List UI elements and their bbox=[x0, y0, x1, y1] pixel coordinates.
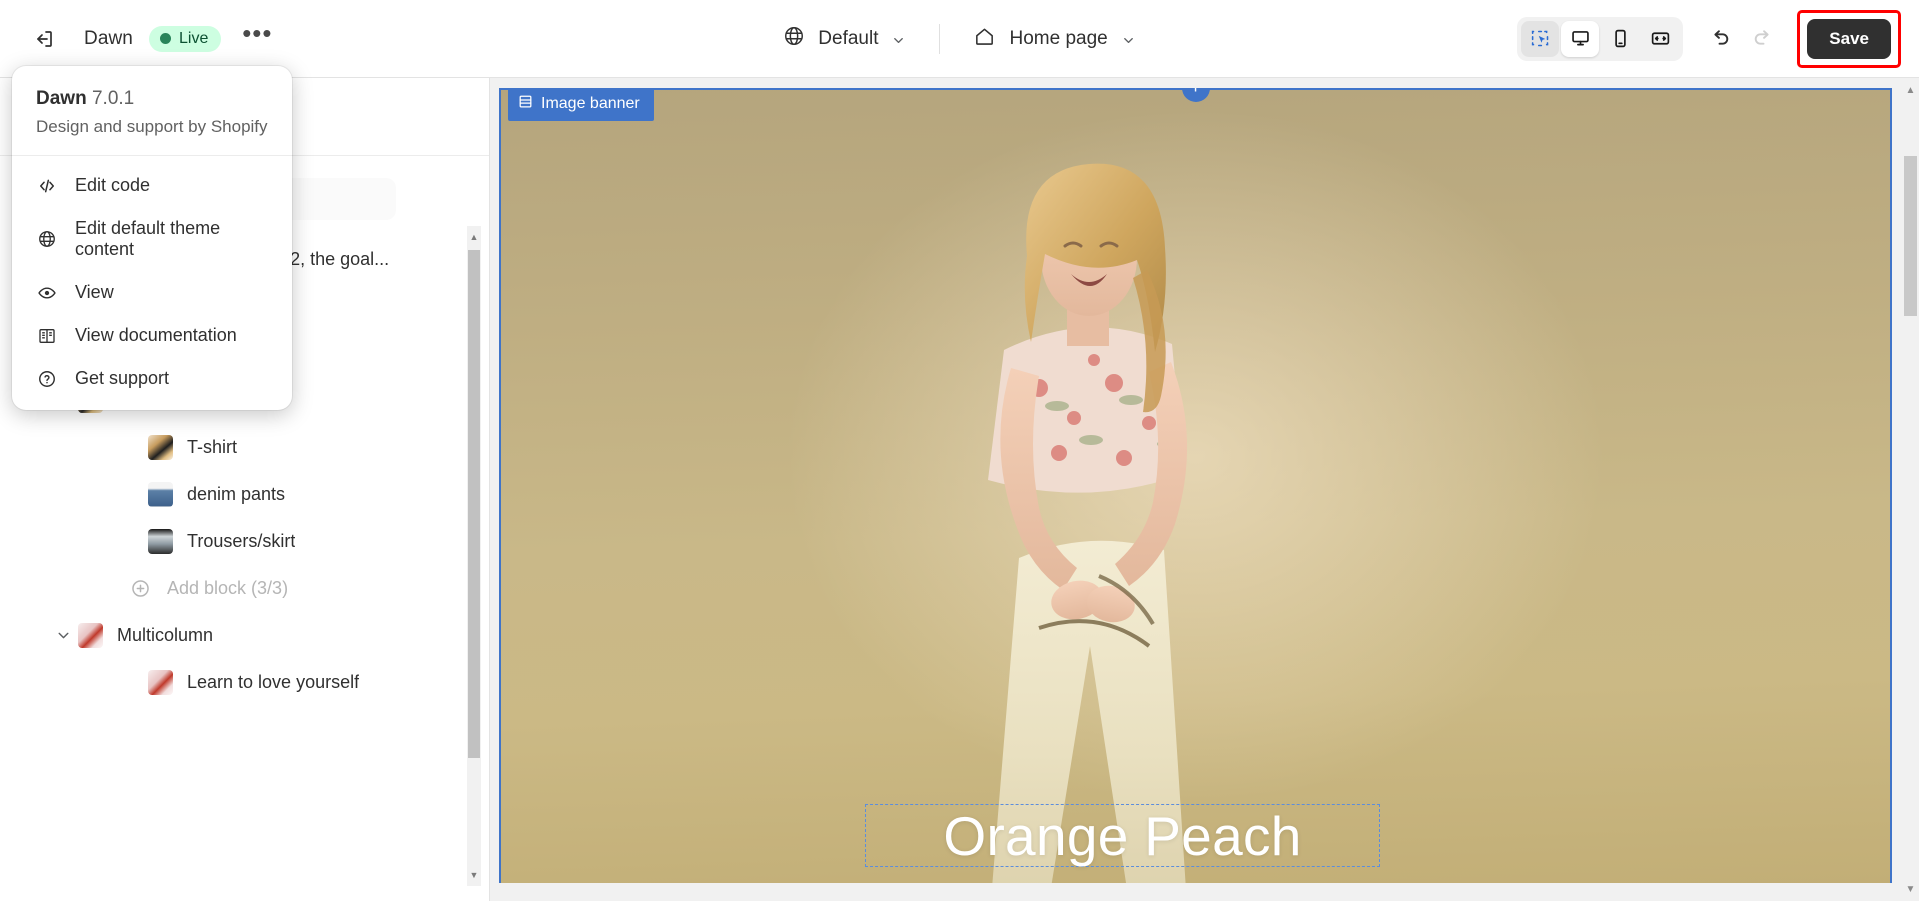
scroll-up-icon[interactable]: ▲ bbox=[1902, 80, 1919, 100]
status-badge-label: Live bbox=[178, 29, 209, 47]
locale-label: Default bbox=[818, 28, 879, 49]
chevron-down-icon[interactable] bbox=[48, 627, 78, 644]
sidebar-scrollbar-thumb[interactable] bbox=[468, 250, 480, 758]
globe-icon bbox=[783, 25, 805, 53]
save-button[interactable]: Save bbox=[1807, 18, 1891, 59]
ellipsis-icon[interactable]: ••• bbox=[235, 17, 279, 61]
menu-item-edit-default-theme-content[interactable]: Edit default theme content bbox=[12, 207, 292, 271]
section-label-text: Image banner bbox=[541, 95, 640, 112]
preview-pane: Image banner + Orange Peach products fro… bbox=[490, 78, 1919, 901]
theme-name: Dawn bbox=[84, 27, 133, 49]
banner-heading-block[interactable]: Orange Peach bbox=[865, 804, 1380, 867]
section-label-badge[interactable]: Image banner bbox=[508, 88, 654, 121]
page-label: Home page bbox=[1009, 28, 1108, 49]
image-banner-section[interactable]: Image banner + Orange Peach products fro… bbox=[499, 88, 1892, 888]
tree-item-tshirt[interactable]: T-shirt bbox=[0, 424, 489, 471]
home-icon bbox=[973, 25, 996, 54]
tree-item-label: Multicolumn bbox=[117, 625, 214, 645]
eye-icon bbox=[36, 282, 57, 303]
preview-scrollbar-thumb[interactable] bbox=[1904, 156, 1917, 316]
tree-item-label: T-shirt bbox=[187, 437, 238, 457]
menu-item-label: Edit default theme content bbox=[75, 218, 221, 259]
code-icon bbox=[36, 175, 57, 196]
menu-theme-version: 7.0.1 bbox=[91, 88, 135, 109]
chevron-down-icon bbox=[891, 32, 906, 47]
locale-selector[interactable]: Default bbox=[770, 16, 919, 62]
tree-item-learn-to-love-yourself[interactable]: Learn to love yourself bbox=[0, 659, 489, 706]
tree-item-denim-pants[interactable]: denim pants bbox=[0, 471, 489, 518]
menu-theme-name: Dawn bbox=[36, 88, 87, 109]
question-circle-icon bbox=[36, 368, 57, 389]
status-badge: Live bbox=[148, 25, 222, 52]
mobile-icon[interactable] bbox=[1601, 21, 1639, 57]
exit-icon[interactable] bbox=[22, 17, 66, 61]
tree-add-block-disabled: Add block (3/3) bbox=[0, 565, 489, 612]
toolbar-divider bbox=[939, 24, 941, 54]
menu-item-label: View documentation bbox=[75, 325, 237, 345]
banner-heading-text: Orange Peach bbox=[943, 804, 1302, 867]
block-thumbnail bbox=[148, 670, 173, 695]
banner-model-image bbox=[988, 163, 1188, 888]
menu-item-edit-code[interactable]: Edit code bbox=[12, 164, 292, 207]
desktop-icon[interactable] bbox=[1561, 20, 1600, 57]
tree-item-trousers-skirt[interactable]: Trousers/skirt bbox=[0, 518, 489, 565]
fullscreen-icon[interactable] bbox=[1641, 21, 1679, 57]
section-thumbnail bbox=[78, 623, 103, 648]
tree-item-label: denim pants bbox=[187, 484, 286, 504]
page-selector[interactable]: Home page bbox=[960, 16, 1148, 63]
menu-header: Dawn 7.0.1 Design and support by Shopify bbox=[12, 66, 292, 156]
save-button-highlight: Save bbox=[1797, 9, 1901, 68]
menu-subtitle: Design and support by Shopify bbox=[36, 117, 268, 136]
scroll-down-icon[interactable]: ▼ bbox=[1902, 879, 1919, 899]
menu-item-view-documentation[interactable]: View documentation bbox=[12, 314, 292, 357]
plus-circle-icon bbox=[128, 576, 153, 601]
menu-list: Edit code Edit default theme content Vie… bbox=[12, 156, 292, 400]
section-icon bbox=[518, 94, 533, 114]
status-dot-icon bbox=[159, 33, 171, 44]
preview-canvas: Image banner + Orange Peach products fro… bbox=[499, 88, 1892, 901]
globe-icon bbox=[36, 229, 57, 250]
tree-item-label: Trousers/skirt bbox=[187, 531, 296, 551]
scroll-up-icon[interactable]: ▲ bbox=[467, 226, 481, 248]
device-preview-group bbox=[1517, 16, 1684, 61]
preview-scrollbar[interactable]: ▲ ▼ bbox=[1902, 78, 1919, 901]
book-icon bbox=[36, 325, 57, 346]
preview-bottom-strip bbox=[490, 883, 1919, 901]
menu-item-label: View bbox=[75, 282, 114, 302]
tree-item-label: Add block (3/3) bbox=[167, 578, 289, 598]
theme-actions-menu: Dawn 7.0.1 Design and support by Shopify… bbox=[12, 66, 292, 410]
tree-item-multicolumn[interactable]: Multicolumn bbox=[0, 612, 489, 659]
block-thumbnail bbox=[148, 529, 173, 554]
toolbar-left-group: Dawn Live ••• bbox=[0, 17, 279, 61]
toolbar-right-group: Save bbox=[1517, 9, 1919, 68]
menu-item-view[interactable]: View bbox=[12, 271, 292, 314]
menu-title: Dawn 7.0.1 bbox=[36, 88, 268, 110]
chevron-down-icon bbox=[1121, 32, 1136, 47]
scroll-down-icon[interactable]: ▼ bbox=[467, 864, 481, 886]
sidebar-scrollbar[interactable]: ▲ ▼ bbox=[467, 226, 481, 886]
block-thumbnail bbox=[148, 482, 173, 507]
menu-item-get-support[interactable]: Get support bbox=[12, 357, 292, 400]
cursor-select-icon[interactable] bbox=[1521, 20, 1560, 57]
tree-item-label: Learn to love yourself bbox=[187, 672, 360, 692]
block-thumbnail bbox=[148, 435, 173, 460]
redo-icon bbox=[1741, 17, 1785, 61]
menu-item-label: Edit code bbox=[75, 175, 151, 195]
menu-item-label: Get support bbox=[75, 368, 170, 388]
undo-icon[interactable] bbox=[1697, 17, 1741, 61]
